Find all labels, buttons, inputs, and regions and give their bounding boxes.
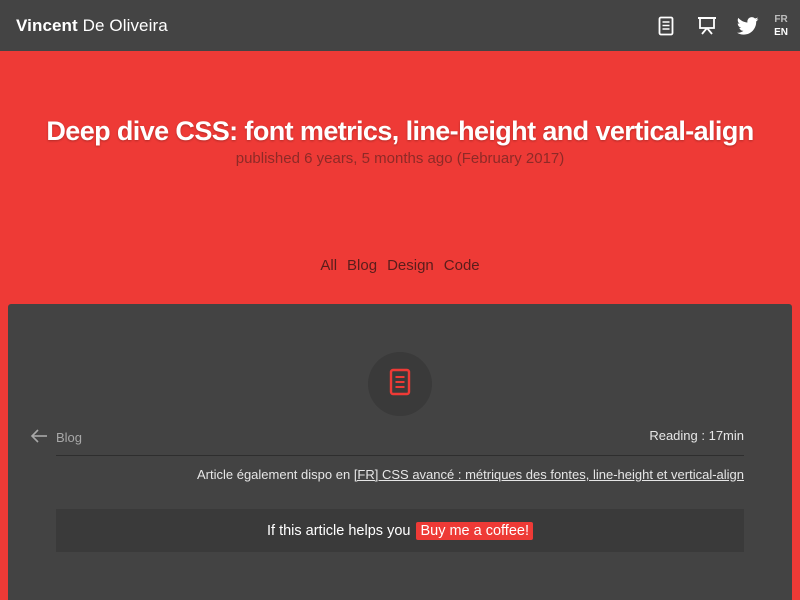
filter-blog[interactable]: Blog (347, 257, 377, 274)
translation-note: Article également dispo en [FR] CSS avan… (197, 467, 744, 482)
category-filters: All Blog Design Code (0, 257, 800, 274)
publish-date: published 6 years, 5 months ago (Februar… (235, 150, 565, 167)
brand-first-name: Vincent (16, 15, 78, 35)
translation-prefix: Article également dispo en (196, 467, 351, 482)
filter-design[interactable]: Design (387, 257, 434, 274)
filter-all[interactable]: All (320, 257, 337, 274)
divider (56, 455, 744, 456)
top-navbar: Vincent De Oliveira FR EN (0, 0, 800, 51)
language-switch: FR EN (774, 13, 788, 39)
article-card: Blog Reading : 17min Article également d… (8, 304, 792, 600)
lang-en-link[interactable]: EN (774, 26, 788, 39)
back-label: Blog (56, 430, 83, 445)
support-box: If this article helps you Buy me a coffe… (56, 509, 744, 552)
brand-last-name: De Oliveira (82, 15, 168, 35)
top-icons: FR EN (637, 13, 788, 39)
filter-code[interactable]: Code (444, 257, 480, 274)
french-version-link[interactable]: [FR] CSS avancé : métriques des fontes, … (354, 467, 744, 482)
document-icon[interactable] (654, 14, 678, 38)
document-icon (389, 368, 411, 401)
arrow-left-icon (30, 428, 48, 447)
reading-time: Reading : 17min (649, 428, 744, 443)
back-to-blog-link[interactable]: Blog (30, 428, 82, 447)
article-title: Deep dive CSS: font metrics, line-height… (46, 116, 754, 146)
support-text: If this article helps you (266, 522, 411, 539)
buy-coffee-button[interactable]: Buy me a coffee! (416, 521, 533, 540)
site-brand[interactable]: Vincent De Oliveira (16, 16, 168, 36)
twitter-icon[interactable] (736, 14, 760, 38)
lang-fr-link[interactable]: FR (774, 13, 787, 26)
presentation-icon[interactable] (695, 14, 719, 38)
article-type-badge (368, 352, 432, 416)
